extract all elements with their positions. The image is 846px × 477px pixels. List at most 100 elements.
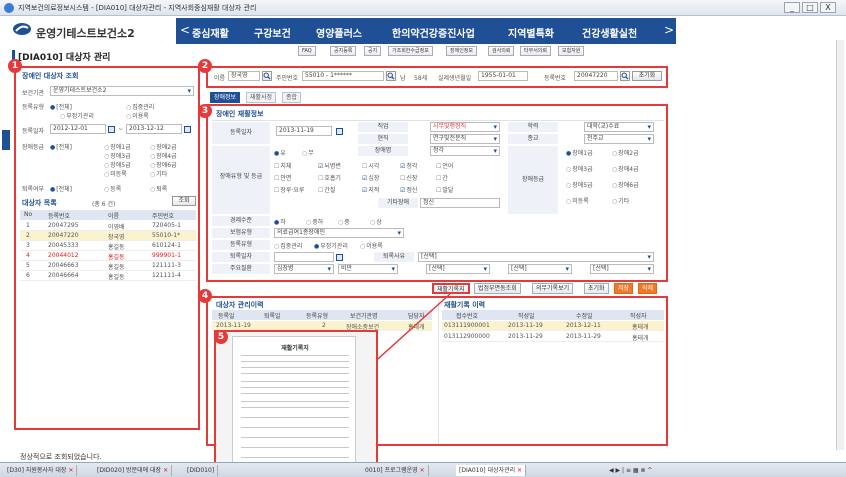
- close-icon[interactable]: ✕: [517, 467, 522, 474]
- table-row[interactable]: 5 20046663 홍길동 121111-3: [20, 261, 196, 271]
- disab-all-radio[interactable]: [전체]: [50, 142, 72, 151]
- minimize-button[interactable]: _: [784, 2, 800, 13]
- task-tab[interactable]: [D30] 지원봉사자 대장 ✕: [4, 465, 78, 476]
- type-mental-check[interactable]: 정신: [400, 185, 417, 194]
- type-ostomy-check[interactable]: 장루·요루: [274, 185, 304, 194]
- calendar-icon[interactable]: [336, 128, 343, 135]
- econ-high-radio[interactable]: 상: [370, 217, 382, 226]
- center-select[interactable]: 운영기테스트보건소2: [50, 86, 194, 96]
- subnav-insurance[interactable]: 보험자원: [558, 46, 585, 56]
- reg-type-all-radio[interactable]: [전체]: [50, 102, 72, 111]
- nav-item-oriental[interactable]: 한의약건강증진사업: [392, 25, 475, 40]
- maximize-button[interactable]: □: [802, 2, 818, 13]
- presence-yes-radio[interactable]: 유: [274, 148, 286, 157]
- grade-unreg-radio[interactable]: 미등록: [566, 196, 589, 205]
- grade-5-radio[interactable]: 장애5급: [566, 180, 592, 189]
- type-speech-check[interactable]: 언어: [436, 161, 453, 170]
- reg-type-intensive-radio[interactable]: 집중관리: [126, 102, 154, 111]
- exit-all-radio[interactable]: [전체]: [50, 184, 72, 193]
- type-intellectual-check[interactable]: 지적: [362, 185, 379, 194]
- subnav-benefit-info[interactable]: 가조회한수급정보: [388, 46, 433, 56]
- birth-input[interactable]: 1955-01-01: [478, 71, 528, 81]
- disease-select-5[interactable]: [선택]: [590, 264, 654, 274]
- disab-g2-radio[interactable]: 장애2급: [150, 142, 176, 151]
- type-epilepsy-check[interactable]: 간질: [318, 185, 335, 194]
- tab-rehab-assess[interactable]: 재활사정: [246, 92, 277, 103]
- task-tab[interactable]: [DID020] 방문대에 대장 ✕: [94, 465, 173, 476]
- subnav-dept-request[interactable]: 타부서의뢰: [520, 46, 552, 56]
- nav-item-nutrition[interactable]: 영양플러스: [316, 25, 362, 40]
- regtype-use-radio[interactable]: 이용록: [360, 241, 383, 250]
- calendar-icon[interactable]: [184, 126, 191, 133]
- religion-select[interactable]: 천주교: [584, 134, 654, 144]
- disab-name-select[interactable]: 청각: [430, 146, 500, 156]
- exit-reg-radio[interactable]: 등록: [104, 184, 121, 193]
- exit-out-radio[interactable]: 퇴록: [150, 184, 167, 193]
- nav-next-icon[interactable]: >: [664, 23, 674, 37]
- name-input[interactable]: 장국영: [228, 71, 260, 81]
- type-physical-check[interactable]: 지체: [274, 161, 291, 170]
- nav-item-healthy-life[interactable]: 건강생활실천: [582, 25, 637, 40]
- table-row[interactable]: 6 20046664 홍길동 121111-4: [20, 271, 196, 281]
- reg-type-use-radio[interactable]: 이용록: [126, 111, 149, 120]
- type-respiratory-check[interactable]: 호흡기: [318, 173, 341, 182]
- close-icon[interactable]: ✕: [420, 467, 425, 474]
- subnav-faq[interactable]: FAQ: [298, 46, 316, 56]
- subnav-notice-reg[interactable]: 공지등록: [330, 46, 357, 56]
- exit-date-input[interactable]: [274, 252, 334, 262]
- close-icon[interactable]: ✕: [163, 467, 168, 474]
- table-row[interactable]: 3 20045333 홍길동 610124-1: [20, 241, 196, 251]
- table-row[interactable]: 2 20047220 장국영 55010-1*: [20, 231, 196, 241]
- delete-button[interactable]: 삭제: [638, 283, 658, 294]
- subnav-exam-request[interactable]: 검사의뢰: [488, 46, 515, 56]
- disab-g1-radio[interactable]: 장애1급: [104, 142, 130, 151]
- grade-1-radio[interactable]: 장애1급: [566, 148, 592, 157]
- rehab-record-button[interactable]: 재활기록지: [432, 283, 470, 294]
- exit-reason-select[interactable]: [선택]: [418, 252, 654, 262]
- nav-item-regional[interactable]: 지역별특화: [508, 25, 554, 40]
- econ-midlow-radio[interactable]: 중하: [306, 217, 323, 226]
- grade-other-radio[interactable]: 기타: [612, 196, 629, 205]
- table-row[interactable]: 013111900001 2013-11-19 2013-12-11 홍태개: [442, 321, 664, 331]
- ssn-search-icon[interactable]: [386, 71, 396, 81]
- disab-unreg-radio[interactable]: 미등록: [104, 169, 127, 178]
- status-select[interactable]: 연구및전문직: [430, 134, 500, 144]
- medical-record-button[interactable]: 의무기록보기: [532, 283, 574, 294]
- tab-disability-info[interactable]: 장애정보: [210, 92, 241, 103]
- disab-other-radio[interactable]: 기타: [150, 169, 167, 178]
- type-kidney-check[interactable]: 신장: [400, 173, 417, 182]
- disab-g5-radio[interactable]: 장애5급: [104, 160, 130, 169]
- task-tab-active[interactable]: [DIA010] 대상자관리 ✕: [456, 465, 527, 476]
- type-visual-check[interactable]: 시각: [362, 161, 379, 170]
- date-from-input[interactable]: 2012-12-01: [50, 124, 106, 134]
- disease-select-3[interactable]: [선택]: [426, 264, 490, 274]
- presence-no-radio[interactable]: 무: [302, 148, 314, 157]
- table-row[interactable]: 4 20044012 홍길동 999901-1: [20, 251, 196, 261]
- disab-g4-radio[interactable]: 장애4급: [150, 151, 176, 160]
- grade-3-radio[interactable]: 장애3급: [566, 164, 592, 173]
- clear-button[interactable]: 초기화: [584, 283, 609, 294]
- name-search-icon[interactable]: [262, 71, 272, 81]
- page-scrollbar[interactable]: [836, 40, 844, 450]
- save-button[interactable]: 저장: [614, 283, 634, 294]
- type-develop-check[interactable]: 발달: [436, 185, 453, 194]
- reg-type-irregular-radio[interactable]: 부정기관리: [60, 111, 94, 120]
- disease-select-4[interactable]: [선택]: [508, 264, 572, 274]
- task-tab[interactable]: 0010] 프로그램운영 ✕: [362, 465, 429, 476]
- type-face-check[interactable]: 안면: [274, 173, 291, 182]
- grade-4-radio[interactable]: 장애4급: [612, 164, 638, 173]
- close-button[interactable]: X: [820, 2, 836, 13]
- reg-search-icon[interactable]: [620, 71, 630, 81]
- subnav-notice[interactable]: 공지: [364, 46, 382, 56]
- grade-6-radio[interactable]: 장애6급: [612, 180, 638, 189]
- disease-select-2[interactable]: 비만: [338, 264, 398, 274]
- type-hearing-check[interactable]: 청각: [400, 161, 417, 170]
- reg-no-input[interactable]: 20047220: [574, 71, 618, 81]
- grade-2-radio[interactable]: 장애2급: [612, 148, 638, 157]
- regtype-intensive-radio[interactable]: 집중관리: [274, 241, 302, 250]
- nav-item-rehab[interactable]: 중심재활: [192, 25, 229, 40]
- disab-g6-radio[interactable]: 장애6급: [150, 160, 176, 169]
- econ-mid-radio[interactable]: 중: [338, 217, 350, 226]
- table-row[interactable]: 013112900000 2013-11-29 2013-11-29 홍태개: [442, 332, 664, 342]
- nav-item-dental[interactable]: 구강보건: [254, 25, 291, 40]
